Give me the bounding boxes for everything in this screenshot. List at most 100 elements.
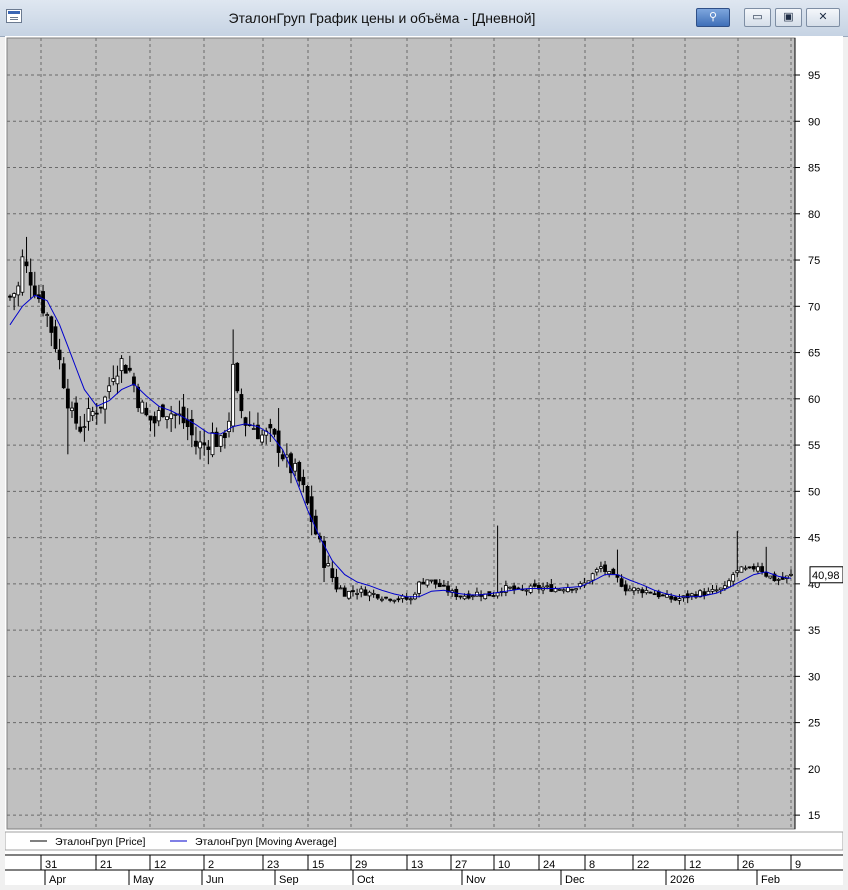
candle-body: [119, 358, 124, 372]
candle-body: [301, 476, 306, 486]
x-day-label: 22: [637, 859, 649, 871]
candle-body: [57, 349, 62, 361]
candle-body: [739, 566, 744, 573]
candle-body: [743, 567, 748, 570]
x-month-label: Oct: [357, 874, 374, 885]
candle-body: [251, 428, 256, 430]
y-tick-label: 65: [808, 348, 820, 360]
x-day-label: 31: [45, 859, 57, 871]
candle-body: [231, 363, 236, 427]
candle-body: [305, 485, 310, 504]
x-day-label: 24: [543, 859, 555, 871]
candle-body: [16, 285, 21, 296]
candle-body: [160, 404, 165, 418]
candle-body: [673, 596, 678, 601]
candle-body: [532, 583, 537, 587]
candle-body: [611, 568, 616, 575]
candle-body: [603, 564, 607, 572]
x-day-label: 12: [154, 859, 166, 871]
chart-area[interactable]: 95 90 85 80 75 70 65 60 55 50 45 40 35 30 25 20 15 31 21 12…: [4, 36, 844, 886]
last-value-label: 40,98: [812, 570, 840, 582]
x-day-label: 27: [455, 859, 467, 871]
candle-body: [70, 407, 74, 412]
x-day-label: 10: [498, 859, 510, 871]
candle-body: [144, 407, 149, 416]
candle-body: [441, 584, 446, 587]
candle-body: [45, 314, 50, 316]
maximize-button[interactable]: ▣: [775, 8, 802, 27]
candle-body: [640, 589, 645, 594]
candle-body: [644, 590, 649, 594]
candle-body: [8, 295, 12, 298]
candle-body: [65, 388, 70, 409]
x-day-label: 21: [100, 859, 112, 871]
candle-body: [408, 598, 413, 601]
candle-body: [136, 386, 141, 409]
candle-body: [371, 592, 376, 595]
candle-body: [173, 414, 178, 416]
candle-body: [260, 434, 264, 443]
candle-body: [359, 588, 364, 593]
candle-body: [206, 446, 211, 450]
x-month-label: Dec: [565, 874, 585, 885]
candle-body: [194, 440, 198, 447]
candle-body: [760, 566, 764, 573]
candle-body: [722, 585, 727, 589]
candle-body: [115, 375, 120, 385]
x-month-label: 2026: [670, 874, 694, 885]
candle-body: [210, 432, 215, 456]
candle-body: [623, 584, 628, 592]
candle-body: [776, 578, 781, 581]
candle-body: [574, 588, 579, 591]
x-month-label: Feb: [761, 874, 780, 885]
title-bar[interactable]: ЭталонГруп График цены и объёма - [Дневн…: [0, 0, 848, 37]
candle-body: [599, 566, 603, 569]
candle-body: [594, 569, 599, 573]
candle-body: [433, 579, 438, 585]
candle-body: [475, 591, 479, 597]
candle-body: [388, 598, 393, 601]
candle-body: [107, 385, 112, 392]
minimize-button[interactable]: ▭: [744, 8, 771, 27]
candle-body: [351, 590, 355, 593]
candle-body: [768, 575, 773, 579]
x-day-label: 2: [208, 859, 214, 871]
candle-body: [718, 587, 723, 591]
pin-button[interactable]: ⚲: [696, 8, 730, 27]
candle-body: [152, 416, 157, 424]
y-tick-label: 60: [808, 394, 820, 406]
x-day-label: 8: [589, 859, 595, 871]
candle-body: [710, 588, 715, 592]
candle-body: [731, 574, 736, 582]
candle-body: [280, 454, 285, 460]
candle-body: [338, 587, 343, 590]
close-button[interactable]: ✕: [806, 8, 840, 27]
candle-body: [342, 587, 347, 597]
candle-body: [330, 568, 335, 579]
y-axis-panel: [795, 38, 840, 829]
legend-label: ЭталонГруп [Moving Average]: [195, 836, 337, 848]
x-day-label: 9: [795, 859, 801, 871]
candle-body: [82, 426, 87, 429]
candle-body: [380, 598, 384, 601]
legend-label: ЭталонГруп [Price]: [55, 836, 145, 848]
x-day-label: 15: [312, 859, 324, 871]
candle-body: [355, 592, 360, 595]
candle-body: [41, 291, 45, 314]
candle-body: [706, 590, 711, 595]
candle-body: [470, 595, 475, 598]
x-day-label: 26: [742, 859, 754, 871]
candle-body: [235, 362, 240, 392]
candle-body: [28, 272, 33, 286]
candle-body: [404, 596, 409, 600]
candle-body: [375, 594, 380, 599]
candle-body: [111, 378, 116, 382]
price-chart[interactable]: 959085807570656055504540353025201531 21 12…: [4, 36, 844, 886]
candle-body: [619, 578, 624, 587]
x-day-label: 23: [267, 859, 279, 871]
candle-body: [458, 595, 463, 598]
candle-body: [90, 411, 95, 417]
candle-body: [74, 402, 79, 424]
candle-body: [165, 416, 169, 420]
candle-body: [293, 463, 298, 472]
